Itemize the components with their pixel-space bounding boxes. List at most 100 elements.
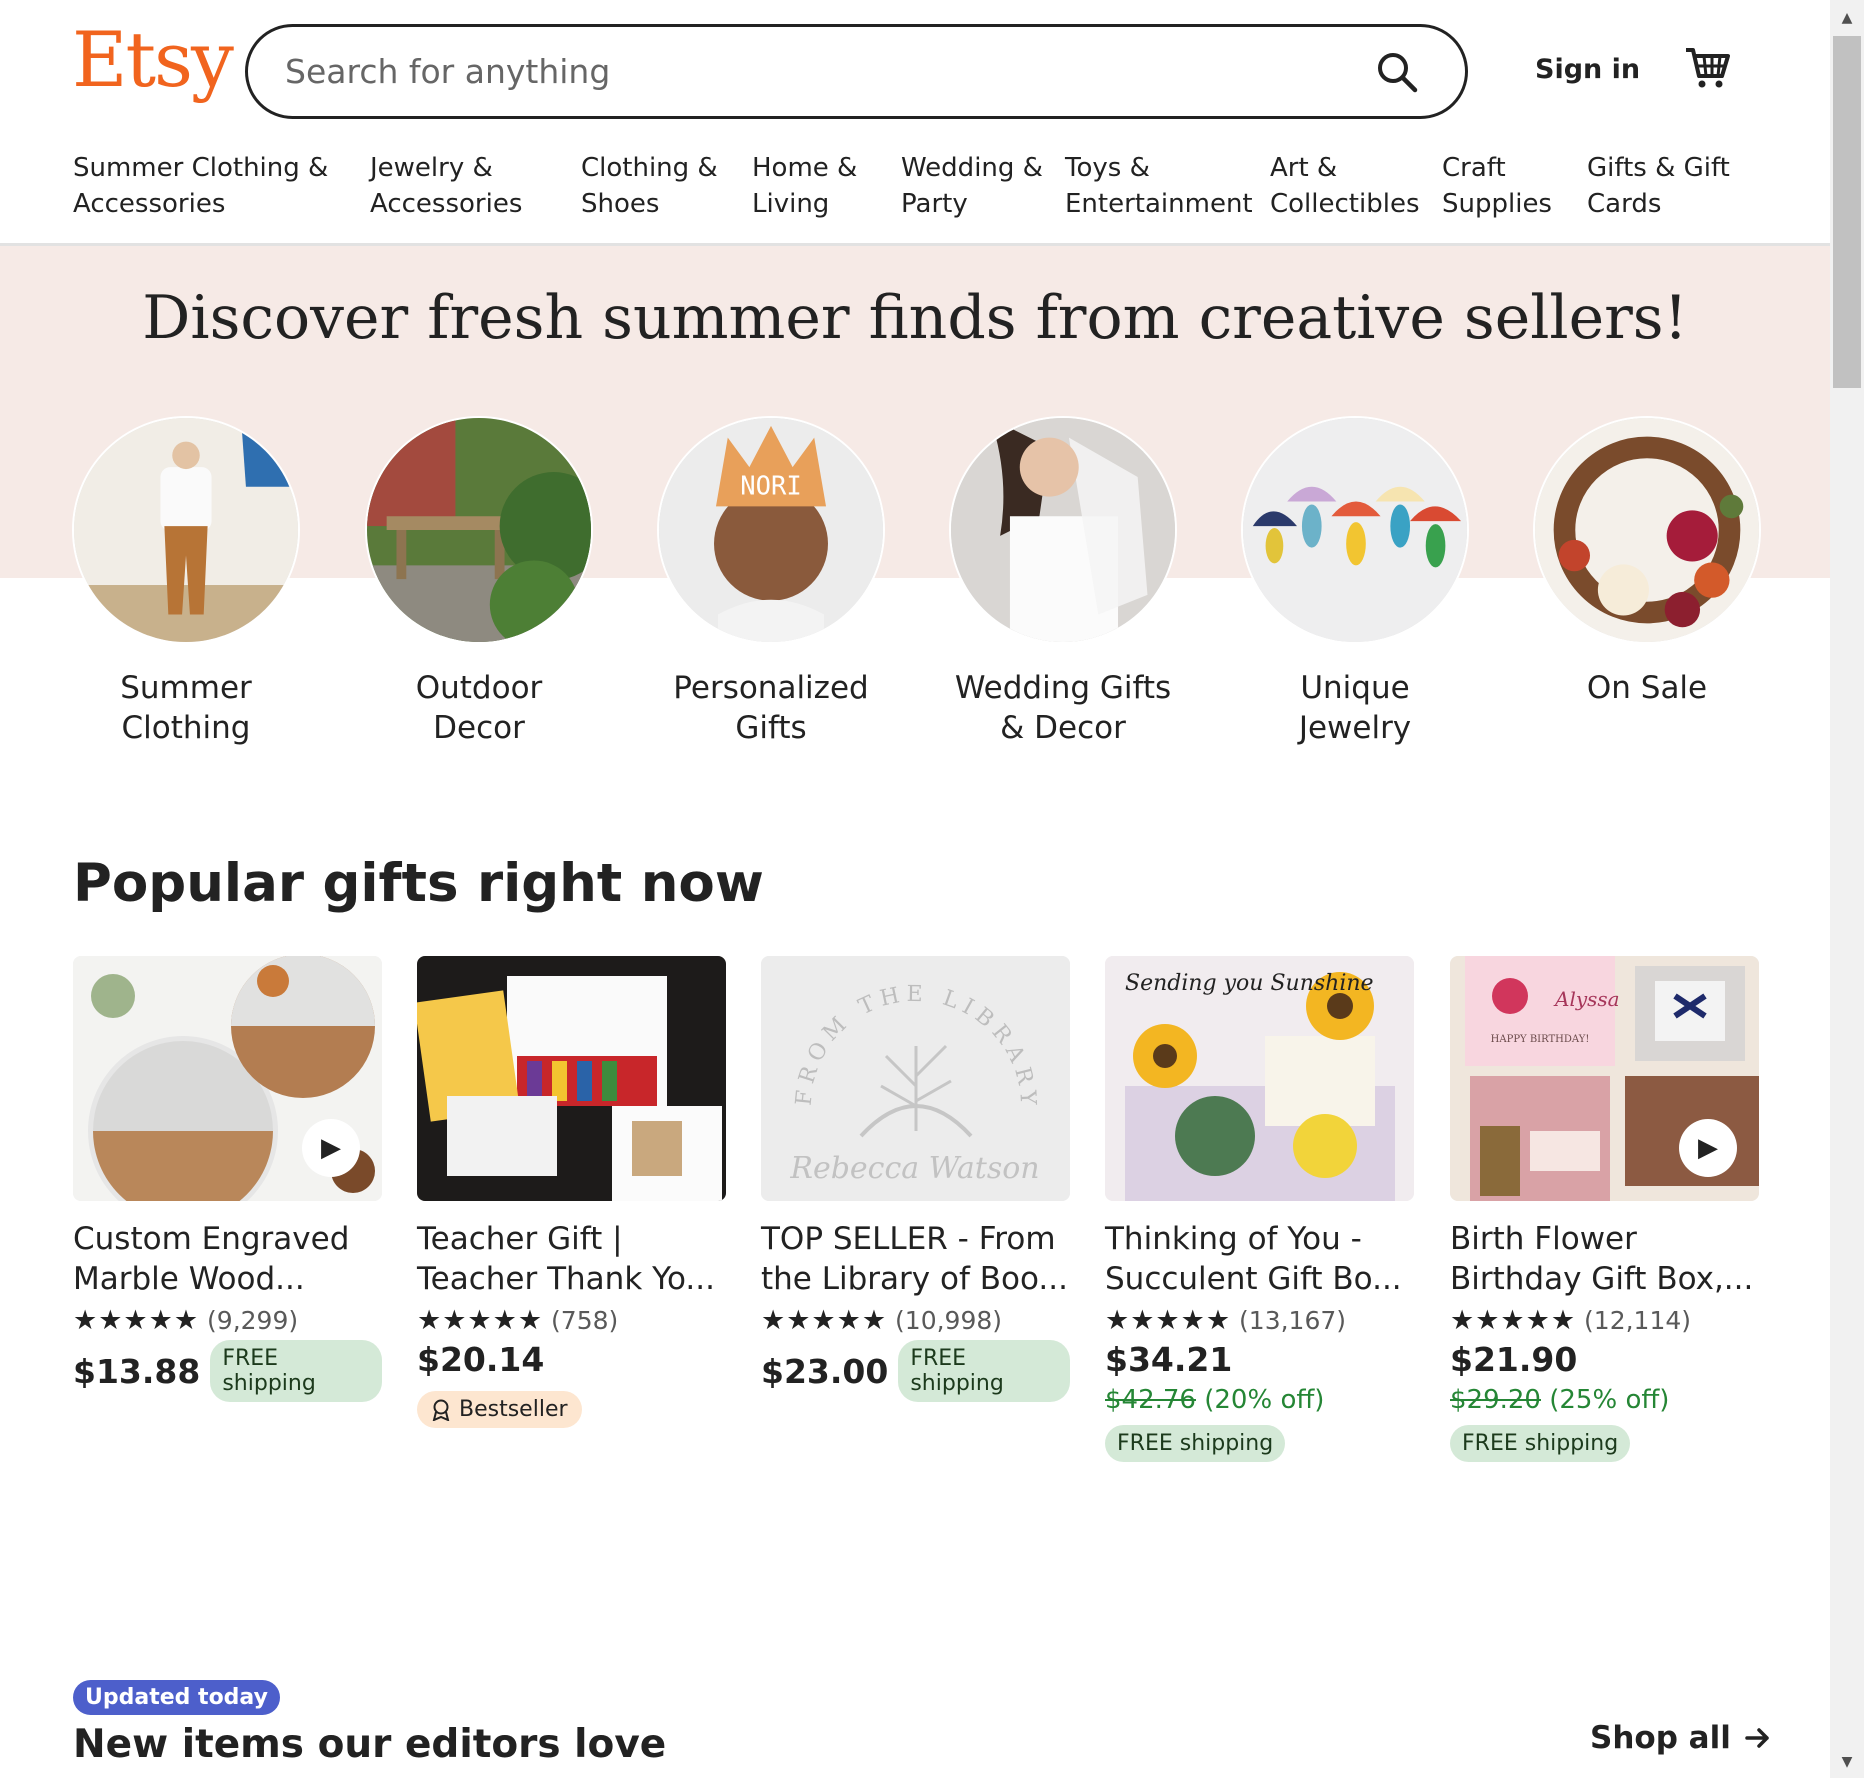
nav-label-line1: Toys & [1065, 153, 1150, 183]
play-video-button[interactable]: ▶ [1679, 1119, 1737, 1177]
popular-gifts-title: Popular gifts right now [73, 853, 764, 914]
play-video-button[interactable]: ▶ [302, 1119, 360, 1177]
scroll-down-arrow-icon[interactable]: ▼ [1830, 1754, 1864, 1770]
free-shipping-badge: FREE shipping [1450, 1425, 1631, 1462]
nav-item-toys-entertainment[interactable]: Toys & Entertainment [1065, 150, 1253, 222]
product-card[interactable]: Alyssa HAPPY BIRTHDAY! ▶ Birth Flower Bir… [1450, 956, 1759, 1462]
nav-label-line1: Summer Clothing & [73, 153, 329, 183]
star-rating-icon: ★★★★★ [73, 1305, 200, 1336]
search-bar [245, 24, 1468, 119]
scroll-up-arrow-icon[interactable]: ▲ [1830, 10, 1864, 26]
svg-text:HAPPY BIRTHDAY!: HAPPY BIRTHDAY! [1491, 1034, 1590, 1045]
hero-title: Discover fresh summer finds from creativ… [142, 283, 1688, 353]
editors-picks-title: New items our editors love [73, 1722, 667, 1767]
product-price: $20.14 [417, 1340, 545, 1379]
nav-label-line2: Shoes [581, 189, 660, 219]
category-label: Summer Clothing [120, 670, 252, 746]
category-personalized-gifts[interactable]: NORI Personalized Gifts [655, 416, 887, 748]
svg-text:Sending you Sunshine: Sending you Sunshine [1125, 971, 1374, 996]
product-price: $34.21 [1105, 1340, 1233, 1379]
discount-percent: (20% off) [1204, 1385, 1325, 1415]
nav-item-clothing-shoes[interactable]: Clothing & Shoes [581, 150, 718, 222]
search-icon [1378, 52, 1418, 92]
product-price: $13.88 [73, 1351, 201, 1391]
etsy-logo[interactable]: Etsy [72, 22, 234, 98]
nav-label-line1: Gifts & Gift [1587, 153, 1730, 183]
product-rating: ★★★★★ (13,167) [1105, 1305, 1414, 1336]
category-on-sale[interactable]: On Sale [1531, 416, 1763, 708]
product-image: Alyssa HAPPY BIRTHDAY! ▶ [1450, 956, 1759, 1201]
sign-in-link[interactable]: Sign in [1535, 54, 1640, 85]
svg-text:NORI: NORI [740, 472, 802, 502]
nav-item-art-collectibles[interactable]: Art & Collectibles [1270, 150, 1420, 222]
product-image: FROM THE LIBRARY OF Rebecca Watson [761, 956, 1070, 1201]
discount-percent: (25% off) [1549, 1385, 1670, 1415]
review-count: (13,167) [1239, 1306, 1347, 1335]
scrollbar-thumb[interactable] [1833, 36, 1861, 388]
award-icon [432, 1399, 450, 1421]
category-nav: Summer Clothing & Accessories Jewelry & Ac… [73, 150, 1773, 230]
category-image: NORI [657, 416, 885, 644]
product-rating: ★★★★★ (12,114) [1450, 1305, 1759, 1336]
nav-label-line2: Accessories [73, 189, 226, 219]
category-image [1533, 416, 1761, 644]
category-image [365, 416, 593, 644]
category-label: Unique Jewelry [1298, 670, 1412, 746]
nav-label-line1: Home & [752, 153, 858, 183]
svg-text:Alyssa: Alyssa [1553, 987, 1620, 1011]
arrow-right-icon [1745, 1728, 1769, 1748]
product-rating: ★★★★★ (10,998) [761, 1305, 1070, 1336]
category-image [72, 416, 300, 644]
category-image [949, 416, 1177, 644]
nav-label-line2: Party [901, 189, 968, 219]
search-input[interactable] [285, 52, 1357, 91]
star-rating-icon: ★★★★★ [761, 1305, 888, 1336]
category-outdoor-decor[interactable]: Outdoor Decor [363, 416, 595, 748]
nav-item-jewelry[interactable]: Jewelry & Accessories [370, 150, 522, 222]
review-count: (10,998) [895, 1306, 1003, 1335]
free-shipping-badge: FREE shipping [898, 1340, 1070, 1402]
original-price: $29.20 [1450, 1385, 1541, 1415]
cart-icon [1686, 48, 1730, 88]
sale-info: $42.76 (20% off) [1105, 1385, 1414, 1415]
category-label: On Sale [1586, 670, 1708, 706]
bestseller-badge: Bestseller [417, 1391, 582, 1428]
nav-item-wedding-party[interactable]: Wedding & Party [901, 150, 1043, 222]
shop-all-label: Shop all [1590, 1720, 1731, 1756]
product-title: Thinking of You - Succulent Gift Bo... [1105, 1221, 1402, 1297]
sale-info: $29.20 (25% off) [1450, 1385, 1759, 1415]
product-title: Custom Engraved Marble Wood... [73, 1221, 350, 1297]
product-title: TOP SELLER - From the Library of Boo... [761, 1221, 1068, 1297]
product-image: ▶ [73, 956, 382, 1201]
product-title: Teacher Gift | Teacher Thank Yo... [417, 1221, 715, 1297]
product-rating: ★★★★★ (9,299) [73, 1305, 382, 1336]
review-count: (758) [551, 1306, 619, 1335]
product-card[interactable]: Sending you Sunshine Thinking of You - Su… [1105, 956, 1414, 1462]
original-price: $42.76 [1105, 1385, 1196, 1415]
vertical-scrollbar[interactable]: ▲ ▼ [1830, 0, 1864, 1778]
nav-item-summer-clothing[interactable]: Summer Clothing & Accessories [73, 150, 328, 222]
product-card[interactable]: Teacher Gift | Teacher Thank Yo... ★★★★★(… [417, 956, 726, 1428]
free-shipping-badge: FREE shipping [210, 1340, 382, 1402]
nav-label-line2: Cards [1587, 189, 1662, 219]
product-image: Sending you Sunshine [1105, 956, 1414, 1201]
review-count: (9,299) [207, 1306, 299, 1335]
product-card[interactable]: ▶ Custom Engraved Marble Wood... ★★★★★ (9,… [73, 956, 382, 1402]
nav-item-home-living[interactable]: Home & Living [752, 150, 857, 222]
product-title: Birth Flower Birthday Gift Box,... [1450, 1221, 1754, 1297]
search-button[interactable] [1357, 32, 1437, 112]
category-summer-clothing[interactable]: Summer Clothing [70, 416, 302, 748]
category-wedding-gifts[interactable]: Wedding Gifts & Decor [947, 416, 1179, 748]
star-rating-icon: ★★★★★ [417, 1305, 544, 1336]
svg-text:Rebecca Watson: Rebecca Watson [789, 1151, 1039, 1186]
product-price: $21.90 [1450, 1340, 1578, 1379]
category-unique-jewelry[interactable]: Unique Jewelry [1239, 416, 1471, 748]
cart-button[interactable] [1684, 44, 1730, 94]
nav-label-line2: Living [752, 189, 830, 219]
nav-item-craft-supplies[interactable]: Craft Supplies [1442, 150, 1552, 222]
star-rating-icon: ★★★★★ [1450, 1305, 1577, 1336]
review-count: (12,114) [1584, 1306, 1692, 1335]
product-card[interactable]: FROM THE LIBRARY OF Rebecca Watson TOP S… [761, 956, 1070, 1402]
nav-item-gifts[interactable]: Gifts & Gift Cards [1587, 150, 1730, 222]
shop-all-link[interactable]: Shop all [1590, 1720, 1771, 1756]
